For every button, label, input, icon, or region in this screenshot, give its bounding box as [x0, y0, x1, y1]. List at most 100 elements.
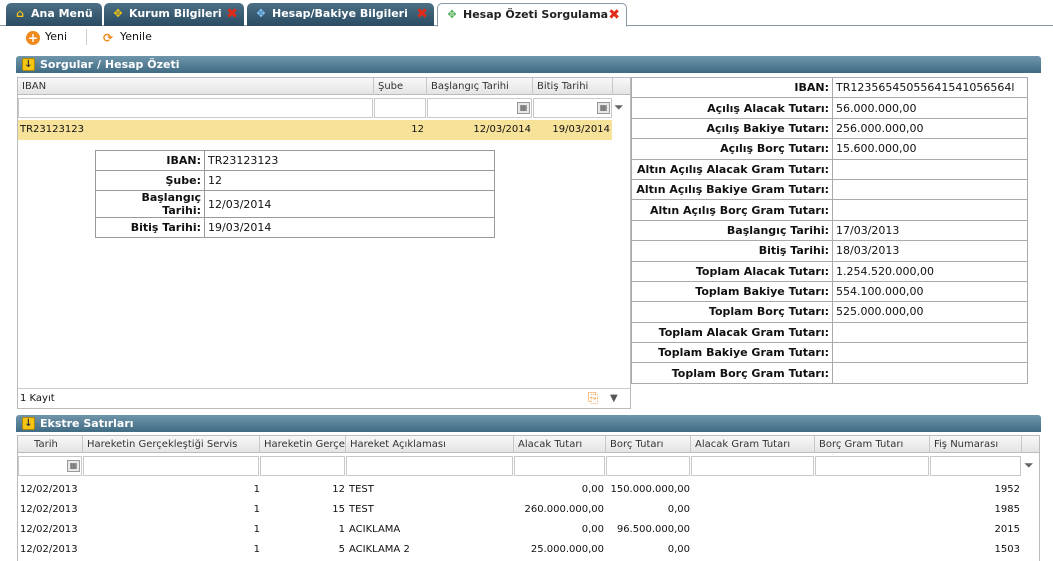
record-count: 1 Kayıt	[20, 393, 55, 404]
summary-value: 554.100.000,00	[832, 280, 1028, 303]
summary-value: 525.000.000,00	[832, 301, 1028, 323]
col-bitis[interactable]: Bitiş Tarihi	[533, 78, 613, 95]
tab-ana-menu[interactable]: ⌂ Ana Menü	[6, 3, 102, 26]
col-alacak[interactable]: Alacak Tutarı	[514, 436, 606, 453]
fis-cell: 1503	[994, 544, 1020, 555]
col-gerce[interactable]: Hareketin Gerçe	[260, 436, 346, 453]
col-fis[interactable]: Fiş Numarası	[930, 436, 1022, 453]
summary-label: Toplam Alacak Gram Tutarı:	[631, 321, 833, 344]
summary-label: Toplam Bakiye Tutarı:	[631, 280, 833, 303]
fis-cell: 2015	[994, 524, 1020, 535]
summary-label: Altın Açılış Alacak Gram Tutarı:	[631, 158, 833, 180]
summary-value	[832, 178, 1028, 201]
col-iban[interactable]: IBAN	[18, 78, 374, 95]
chevron-down-icon[interactable]: ▼	[610, 389, 618, 409]
fis-filter-input[interactable]	[930, 456, 1021, 476]
collapse-arrow-icon[interactable]: ↓	[22, 417, 35, 430]
home-icon: ⌂	[16, 7, 24, 20]
aciklama-cell: ACIKLAMA 2	[349, 544, 410, 555]
detail-value: 19/03/2014	[204, 217, 495, 238]
section-header-queries[interactable]: ↓ Sorgular / Hesap Özeti	[16, 56, 1041, 73]
close-icon[interactable]: ✖	[608, 4, 620, 26]
filter-icon[interactable]: ⏷	[614, 100, 624, 115]
aciklama-filter-input[interactable]	[346, 456, 513, 476]
table-row[interactable]: 12/02/2013 1 15 TEST 260.000.000,00 0,00…	[18, 502, 1022, 520]
sube-filter-input[interactable]	[374, 98, 426, 118]
table-row[interactable]: 12/02/2013 1 1 ACIKLAMA 0,00 96.500.000,…	[18, 522, 1022, 540]
baslangic-cell: 12/03/2014	[473, 124, 531, 135]
aciklama-cell: ACIKLAMA	[349, 524, 401, 535]
summary-label: IBAN:	[631, 76, 833, 99]
alacak-filter-input[interactable]	[514, 456, 605, 476]
summary-label: Altın Açılış Borç Gram Tutarı:	[631, 199, 833, 221]
alacak-gram-filter-input[interactable]	[691, 456, 814, 476]
summary-value: TR12356545055641541056564l	[832, 76, 1028, 99]
summary-label: Toplam Borç Tutarı:	[631, 301, 833, 323]
aciklama-cell: TEST	[349, 484, 374, 495]
detail-value: 12	[204, 170, 495, 191]
compass-icon: ✥	[113, 7, 123, 20]
col-aciklama[interactable]: Hareket Açıklaması	[346, 436, 514, 453]
close-icon[interactable]: ✖	[226, 3, 238, 25]
summary-label: Toplam Bakiye Gram Tutarı:	[631, 342, 833, 364]
statement-grid-header: Tarih Hareketin Gerçekleştiği Servis Har…	[18, 436, 1039, 453]
servis-filter-input[interactable]	[83, 456, 259, 476]
col-borc[interactable]: Borç Tutarı	[606, 436, 691, 453]
fis-cell: 1985	[994, 504, 1020, 515]
tarih-cell: 12/02/2013	[20, 484, 78, 495]
table-row[interactable]: 12/02/2013 1 5 ACIKLAMA 2 25.000.000,00 …	[18, 542, 1022, 560]
summary-value: 17/03/2013	[832, 219, 1028, 242]
refresh-button[interactable]: ⟳ Yenile	[101, 29, 152, 45]
calendar-icon[interactable]: ▦	[597, 102, 610, 114]
toolbar: + Yeni ⟳ Yenile	[0, 26, 1053, 48]
servis-cell: 1	[253, 504, 260, 515]
query-grid-header: IBAN Şube Başlangıç Tarihi Bitiş Tarihi	[18, 78, 630, 95]
filter-icon[interactable]: ⏷	[1024, 458, 1034, 473]
tab-bar: ⌂ Ana Menü ✥ Kurum Bilgileri ✖ ✥ Hesap/Baki…	[0, 0, 1053, 27]
borc-filter-input[interactable]	[606, 456, 690, 476]
export-icon[interactable]: ⎘	[588, 389, 598, 409]
summary-label: Açılış Borç Tutarı:	[631, 138, 833, 160]
tab-hesap-bakiye[interactable]: ✥ Hesap/Bakiye Bilgileri ✖	[247, 3, 434, 26]
iban-cell: TR23123123	[20, 124, 84, 135]
compass-icon: ✥	[256, 7, 266, 20]
close-icon[interactable]: ✖	[416, 3, 428, 25]
detail-value: 12/03/2014	[204, 190, 495, 218]
col-borc-gram[interactable]: Borç Gram Tutarı	[815, 436, 930, 453]
servis-cell: 1	[253, 484, 260, 495]
col-tarih[interactable]: Tarih	[18, 436, 83, 453]
tab-hesap-ozeti[interactable]: ✥ Hesap Özeti Sorgulama ✖	[437, 3, 627, 27]
borc-cell: 96.500.000,00	[616, 524, 690, 535]
gerce-filter-input[interactable]	[260, 456, 345, 476]
aciklama-cell: TEST	[349, 504, 374, 515]
detail-label: Bitiş Tarihi:	[95, 217, 205, 238]
summary-value	[832, 158, 1028, 180]
col-baslangic[interactable]: Başlangıç Tarihi	[427, 78, 533, 95]
gerce-cell: 15	[332, 504, 345, 515]
alacak-cell: 0,00	[581, 524, 604, 535]
table-row[interactable]: TR23123123 12 12/03/2014 19/03/2014	[18, 120, 612, 140]
fis-cell: 1952	[994, 484, 1020, 495]
sube-cell: 12	[411, 124, 424, 135]
collapse-arrow-icon[interactable]: ↓	[22, 58, 35, 71]
summary-label: Altın Açılış Bakiye Gram Tutarı:	[631, 178, 833, 201]
tab-kurum-bilgileri[interactable]: ✥ Kurum Bilgileri ✖	[104, 3, 244, 26]
col-sube[interactable]: Şube	[374, 78, 427, 95]
calendar-icon[interactable]: ▦	[67, 460, 80, 472]
col-alacak-gram[interactable]: Alacak Gram Tutarı	[691, 436, 815, 453]
iban-filter-input[interactable]	[18, 98, 373, 118]
tarih-cell: 12/02/2013	[20, 544, 78, 555]
detail-label: Başlangıç Tarihi:	[95, 190, 205, 218]
summary-value	[832, 342, 1028, 364]
new-button[interactable]: + Yeni	[26, 29, 67, 45]
alacak-cell: 25.000.000,00	[530, 544, 604, 555]
servis-cell: 1	[253, 544, 260, 555]
section-header-statement[interactable]: ↓ Ekstre Satırları	[16, 415, 1041, 432]
summary-label: Bitiş Tarihi:	[631, 240, 833, 262]
table-row[interactable]: 12/02/2013 1 12 TEST 0,00 150.000.000,00…	[18, 482, 1022, 500]
col-servis[interactable]: Hareketin Gerçekleştiği Servis	[83, 436, 260, 453]
gerce-cell: 12	[332, 484, 345, 495]
borc-gram-filter-input[interactable]	[815, 456, 929, 476]
alacak-cell: 0,00	[581, 484, 604, 495]
calendar-icon[interactable]: ▦	[517, 102, 530, 114]
